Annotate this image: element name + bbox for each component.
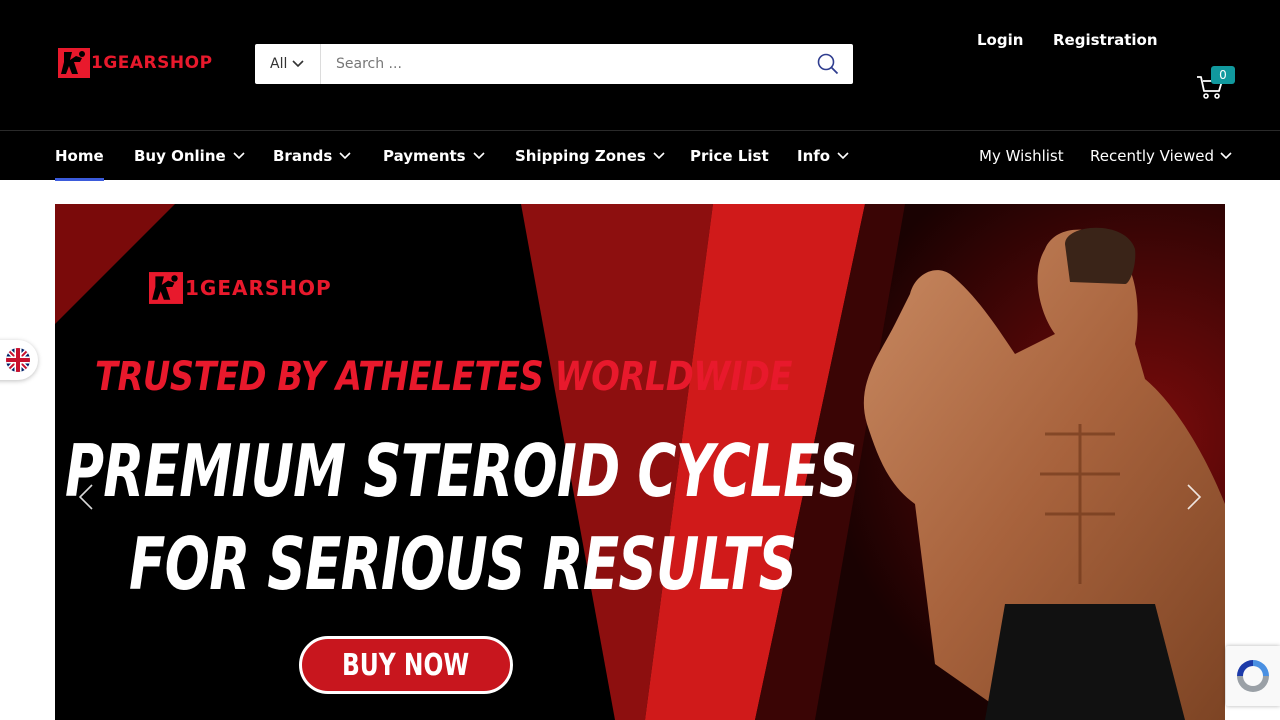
nav-price-list-label: Price List [690, 147, 769, 165]
site-logo[interactable]: 1GEARSHOP [58, 48, 213, 78]
login-link[interactable]: Login [977, 31, 1023, 49]
recently-viewed-label: Recently Viewed [1090, 147, 1214, 165]
recaptcha-icon [1237, 660, 1269, 692]
site-header: 1GEARSHOP All Login Registration 0 [0, 0, 1280, 130]
search-bar: All [255, 44, 853, 84]
nav-home[interactable]: Home [55, 131, 104, 181]
chevron-right-icon[interactable] [1179, 482, 1209, 512]
nav-info-label: Info [797, 147, 831, 165]
nav-home-label: Home [55, 147, 104, 165]
search-category-select[interactable]: All [255, 44, 321, 84]
hero-banner[interactable]: 1GEARSHOP TRUSTED BY ATHELETES WORLDWIDE… [55, 204, 1225, 720]
logo-mark-icon [149, 272, 183, 304]
chevron-left-icon[interactable] [71, 482, 101, 512]
registration-link[interactable]: Registration [1053, 31, 1158, 49]
search-input[interactable] [321, 45, 803, 83]
hero-logo: 1GEARSHOP [149, 270, 332, 306]
nav-price-list[interactable]: Price List [690, 131, 769, 181]
chevron-down-icon [1220, 152, 1232, 160]
chevron-down-icon [653, 152, 665, 160]
logo-text: 1GEARSHOP [91, 53, 213, 73]
chevron-down-icon [473, 152, 485, 160]
my-wishlist-label: My Wishlist [979, 147, 1064, 165]
nav-buy-online[interactable]: Buy Online [134, 131, 245, 181]
buy-now-button[interactable]: BUY NOW [299, 636, 513, 694]
hero-logo-text: 1GEARSHOP [185, 276, 332, 300]
cart-count-badge: 0 [1211, 66, 1235, 84]
nav-payments[interactable]: Payments [383, 131, 485, 181]
chevron-down-icon [233, 152, 245, 160]
language-switcher[interactable] [0, 340, 38, 380]
search-category-label: All [270, 56, 288, 72]
chevron-down-icon [292, 60, 304, 68]
nav-shipping-zones-label: Shipping Zones [515, 147, 646, 165]
hero-headline-line2: FOR SERIOUS RESULTS [129, 522, 797, 606]
my-wishlist-link[interactable]: My Wishlist [979, 131, 1064, 181]
nav-info[interactable]: Info [797, 131, 849, 181]
search-icon [817, 53, 839, 75]
chevron-down-icon [339, 152, 351, 160]
logo-mark-icon [58, 48, 90, 78]
nav-payments-label: Payments [383, 147, 466, 165]
uk-flag-icon [6, 348, 30, 372]
search-button[interactable] [803, 44, 853, 84]
recaptcha-badge[interactable] [1226, 646, 1280, 706]
recently-viewed-dropdown[interactable]: Recently Viewed [1090, 131, 1232, 181]
main-navigation: Home Buy Online Brands Payments Shipping… [0, 130, 1280, 181]
buy-now-label: BUY NOW [342, 647, 470, 683]
nav-brands[interactable]: Brands [273, 131, 351, 181]
hero-headline-line1: PREMIUM STEROID CYCLES [65, 429, 857, 513]
hero-tagline: TRUSTED BY ATHELETES WORLDWIDE [95, 354, 793, 400]
chevron-down-icon [837, 152, 849, 160]
nav-buy-online-label: Buy Online [134, 147, 226, 165]
nav-brands-label: Brands [273, 147, 333, 165]
nav-shipping-zones[interactable]: Shipping Zones [515, 131, 665, 181]
